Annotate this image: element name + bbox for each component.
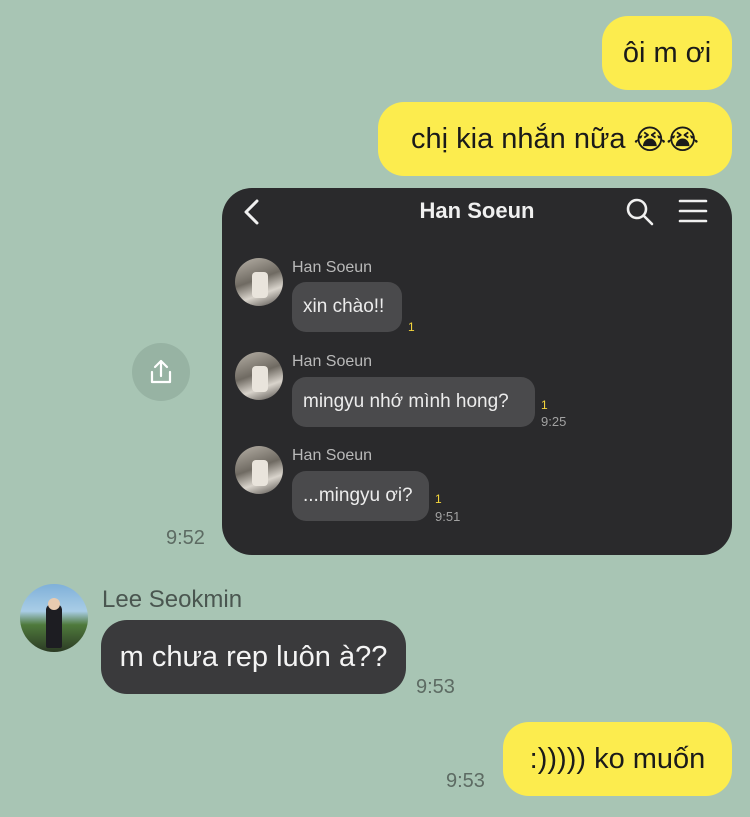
message-time: 9:52 bbox=[166, 527, 205, 549]
sender-name: Han Soeun bbox=[292, 353, 373, 370]
avatar bbox=[235, 352, 283, 400]
avatar bbox=[235, 258, 283, 306]
avatar bbox=[235, 446, 283, 494]
outgoing-message[interactable]: :))))) ko muốn bbox=[503, 722, 732, 796]
message-time: 9:53 bbox=[416, 676, 455, 698]
message-time: 9:51 bbox=[435, 509, 461, 524]
unread-count: 1 bbox=[435, 492, 442, 506]
share-button[interactable] bbox=[132, 343, 190, 401]
message-text: m chưa rep luôn à?? bbox=[119, 640, 388, 673]
chat-header-title: Han Soeun bbox=[419, 198, 535, 223]
message-text: ...mingyu ơi? bbox=[303, 485, 413, 506]
outgoing-message[interactable]: chị kia nhắn nữa 😭😭 bbox=[378, 102, 732, 176]
message-text: xin chào!! bbox=[303, 296, 385, 317]
message-text: mingyu nhớ mình hong? bbox=[303, 391, 509, 412]
menu-icon bbox=[678, 199, 708, 223]
share-icon bbox=[150, 359, 172, 384]
outgoing-message[interactable]: ôi m ơi bbox=[602, 16, 732, 90]
unread-count: 1 bbox=[408, 320, 415, 334]
message-bubble: ...mingyu ơi? bbox=[292, 471, 429, 521]
message-text: chị kia nhắn nữa bbox=[411, 122, 626, 155]
sender-name: Han Soeun bbox=[292, 447, 373, 464]
message-time: 9:53 bbox=[446, 770, 485, 792]
avatar[interactable] bbox=[20, 584, 88, 652]
sender-name: Han Soeun bbox=[292, 259, 373, 276]
sender-name: Lee Seokmin bbox=[102, 586, 243, 613]
search-icon bbox=[626, 198, 654, 226]
message-text: :))))) ko muốn bbox=[529, 742, 706, 775]
crying-emoji-icon: 😭😭 bbox=[633, 122, 699, 156]
incoming-message[interactable]: m chưa rep luôn à?? bbox=[101, 620, 406, 694]
shared-screenshot-image[interactable]: Han Soeun Han Soeun xin chào!! 1 Han Soe… bbox=[222, 188, 732, 555]
message-bubble: xin chào!! bbox=[292, 282, 402, 332]
unread-count: 1 bbox=[541, 398, 548, 412]
chat-screen: { "messages_out": { "m1": "ôi m ơi", "m2… bbox=[0, 0, 750, 817]
message-time: 9:25 bbox=[541, 414, 567, 429]
message-bubble: mingyu nhớ mình hong? bbox=[292, 377, 535, 427]
message-text: ôi m ơi bbox=[622, 36, 712, 69]
